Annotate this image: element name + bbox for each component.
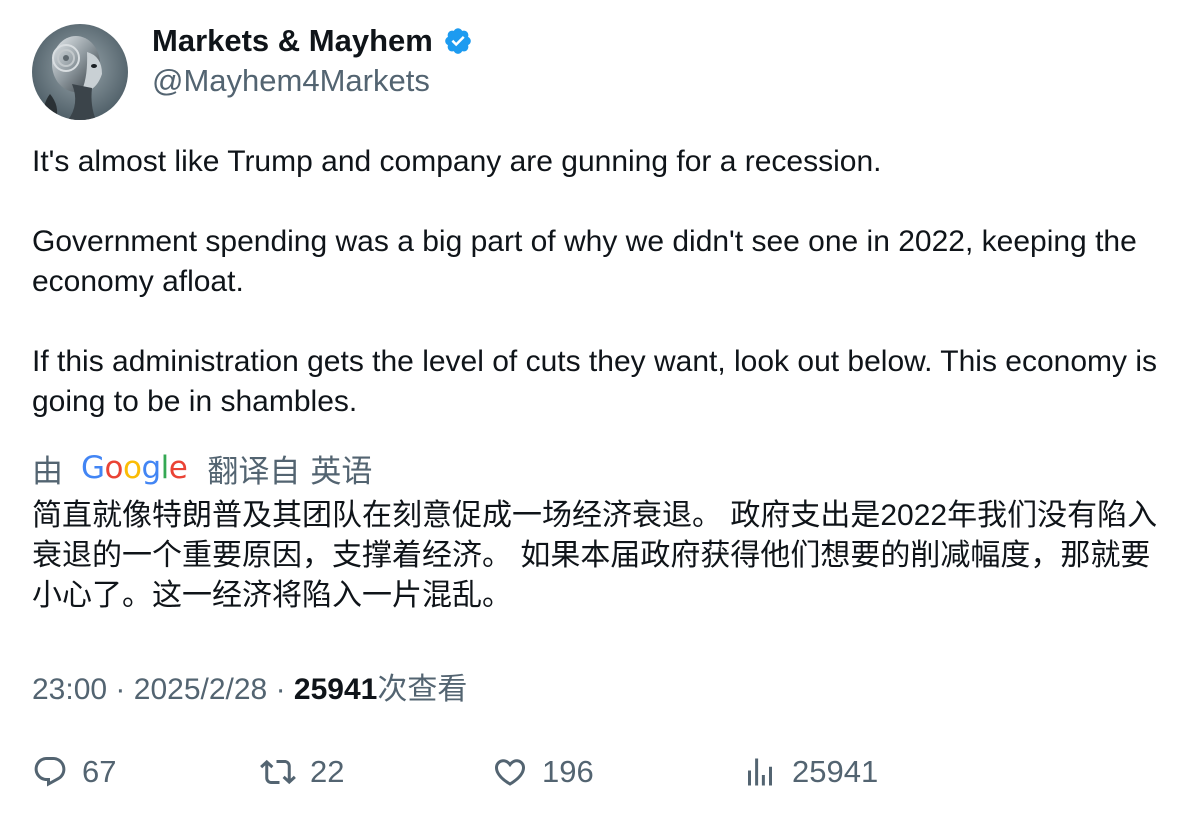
author-handle[interactable]: @Mayhem4Markets [152,63,430,99]
verified-badge-icon [445,28,471,54]
translated-from-label: 翻译自 [207,453,301,489]
tweet-paragraph-1: It's almost like Trump and company are g… [32,145,882,178]
tweet-text: It's almost like Trump and company are g… [32,142,1172,422]
views-count: 25941 [293,673,378,706]
tweet-meta: 23:00 · 2025/2/28 · 25941次查看 [32,664,467,708]
reply-icon [34,757,66,787]
like-count: 196 [542,754,594,789]
tweet-paragraph-3: If this administration gets the level of… [32,345,1158,418]
meta-separator: · [115,673,126,706]
retweet-button[interactable]: 22 [260,746,344,798]
views-action-count: 25941 [792,754,879,789]
tweet-paragraph-2: Government spending was a big part of wh… [32,225,1137,298]
translated-text: 简直就像特朗普及其团队在刻意促成一场经济衰退。 政府支出是2022年我们没有陷入… [32,499,1158,612]
tweet-time[interactable]: 23:00 [32,673,107,706]
translation-attribution[interactable]: 由 Google 翻译自 英语 [32,447,372,489]
meta-separator: · [275,673,286,706]
views-button[interactable]: 25941 [742,746,878,798]
like-icon [494,759,526,786]
tweet-date[interactable]: 2025/2/28 [134,673,267,706]
source-language: 英语 [310,453,373,489]
retweet-count: 22 [310,754,345,789]
google-logo: Google [81,450,188,486]
action-bar: 67 22 196 25941 [32,746,1172,798]
reply-button[interactable]: 67 [32,746,116,798]
translated-by-label: 由 [32,453,63,489]
reply-count: 67 [82,754,117,789]
author-name-row[interactable]: Markets & Mayhem [152,23,473,59]
author-name[interactable]: Markets & Mayhem [152,23,433,59]
avatar-robot-image [32,24,128,120]
views-label: 次查看 [377,673,468,706]
avatar[interactable] [32,24,128,120]
retweet-icon [260,759,296,785]
views-icon [748,758,772,786]
like-button[interactable]: 196 [492,746,594,798]
